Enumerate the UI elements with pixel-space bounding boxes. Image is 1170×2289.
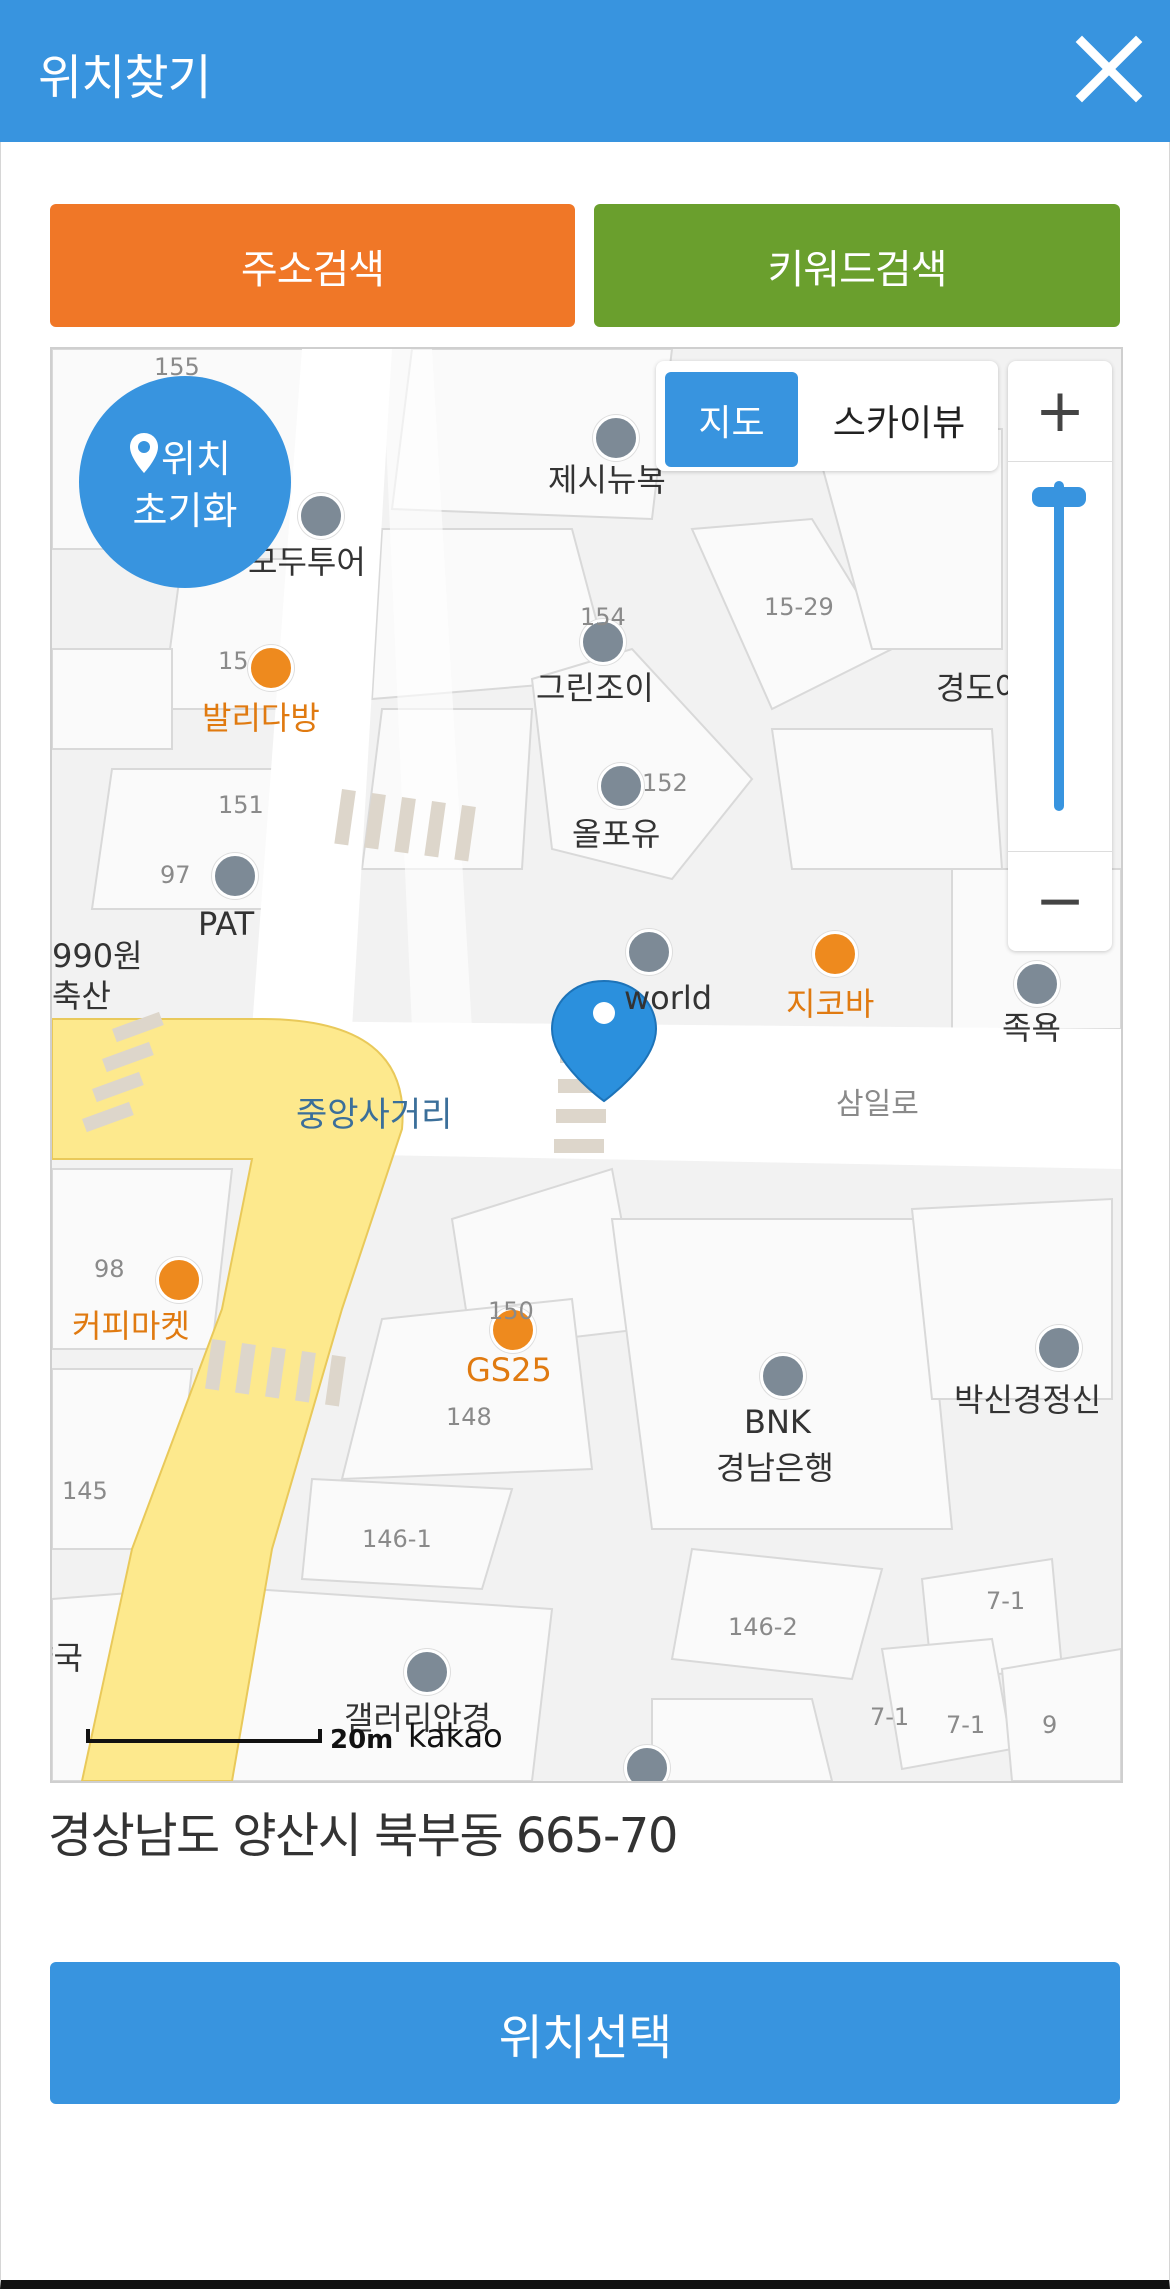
reset-location-button[interactable]: 위치 초기화 (79, 376, 291, 588)
poi-icon (298, 493, 344, 539)
header-bar: 위치찾기 (0, 0, 1170, 142)
poi-label: PAT (198, 905, 255, 943)
address-search-button[interactable]: 주소검색 (50, 204, 575, 327)
poi-icon (626, 929, 672, 975)
kakao-logo: kakao (408, 1717, 503, 1755)
lot-number-label: 15-29 (764, 593, 834, 621)
intersection-label: 중앙사거리 (296, 1095, 453, 1135)
zoom-slider-handle[interactable] (1032, 487, 1086, 507)
poi-label: 올포유 (572, 815, 661, 853)
zoom-out-button[interactable]: − (1008, 851, 1112, 951)
tab-skyview[interactable]: 스카이뷰 (806, 372, 992, 467)
lot-number-label: 150 (488, 1297, 534, 1325)
poi-label: GS25 (466, 1351, 552, 1389)
street-label: 삼일로 (836, 1087, 919, 1122)
lot-number-label: 152 (642, 769, 688, 797)
poi-label: 지코바 (786, 985, 875, 1023)
chicken-poi-icon (812, 931, 858, 977)
location-pin-icon (130, 433, 158, 473)
lot-number-label: 151 (218, 791, 264, 819)
lot-number-label: 145 (62, 1477, 108, 1505)
map-view[interactable]: 155 제시뉴복 모두투어 154 15-29 15-31 그린조이 경도여인숙… (50, 347, 1123, 1783)
medical-poi-icon (1036, 1325, 1082, 1371)
tab-map[interactable]: 지도 (665, 372, 798, 467)
poi-label: 약국 (52, 1639, 83, 1677)
page-title: 위치찾기 (38, 50, 212, 106)
poi-label: BNK (744, 1403, 811, 1441)
glasses-poi-icon (404, 1649, 450, 1695)
lot-number-label: 97 (160, 861, 191, 889)
lot-number-label: 146-1 (362, 1525, 432, 1553)
clothing-poi-icon (212, 853, 258, 899)
poi-label: 발리다방 (202, 699, 320, 737)
lot-number-label: 9 (1042, 1711, 1058, 1739)
poi-label: 축산 (52, 977, 111, 1015)
poi-label: 박신경정신 (954, 1381, 1102, 1419)
zoom-slider-track[interactable] (1054, 481, 1064, 811)
lot-number-label: 98 (94, 1255, 125, 1283)
lot-number-label: 15 (218, 647, 249, 675)
lot-number-label: 148 (446, 1403, 492, 1431)
close-icon[interactable] (1074, 34, 1144, 104)
poi-label: 그린조이 (536, 669, 654, 707)
lot-number-label: 154 (580, 603, 626, 631)
poi-icon (1014, 961, 1060, 1007)
cafe-poi-icon (156, 1257, 202, 1303)
divider (1008, 461, 1112, 462)
zoom-control: + − (1008, 361, 1112, 951)
poi-label: 족욕 (1002, 1009, 1061, 1047)
selected-address: 경상남도 양산시 북부동 665-70 (48, 1808, 678, 1864)
scale-label: 20m (330, 1725, 394, 1755)
keyword-search-button[interactable]: 키워드검색 (594, 204, 1120, 327)
lot-number-label: 7-1 (870, 1703, 910, 1731)
reset-label-line1: 위치 (161, 437, 231, 481)
clothing-poi-icon (598, 763, 644, 809)
poi-label: 커피마켓 (72, 1307, 190, 1345)
lot-number-label: 7-1 (986, 1587, 1026, 1615)
lot-number-label: 146-2 (728, 1613, 798, 1641)
bath-poi-icon (624, 1745, 670, 1781)
reset-label-line2: 초기화 (132, 489, 238, 533)
poi-label: 경남은행 (716, 1449, 834, 1487)
poi-label: world (624, 979, 713, 1017)
map-type-toggle: 지도 스카이뷰 (656, 361, 998, 471)
poi-label: 제시뉴복 (548, 461, 666, 499)
lot-number-label: 7-1 (946, 1711, 986, 1739)
select-location-button[interactable]: 위치선택 (50, 1962, 1120, 2104)
bank-poi-icon (760, 1353, 806, 1399)
zoom-in-button[interactable]: + (1008, 361, 1112, 461)
cafe-poi-icon (248, 645, 294, 691)
